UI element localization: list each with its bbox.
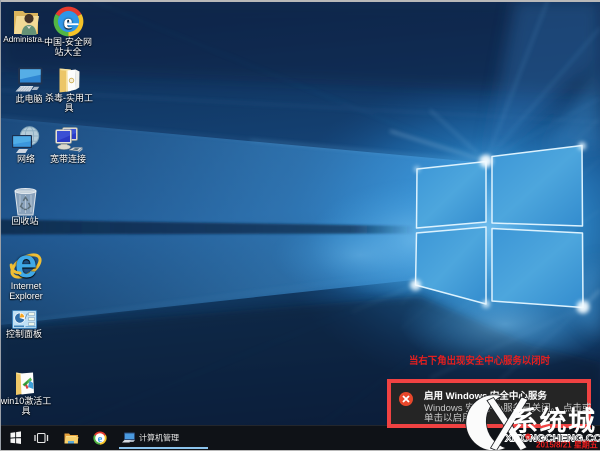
svg-text:计算机管理: 计算机管理 — [139, 433, 179, 443]
svg-text:e: e — [15, 245, 37, 281]
svg-text:2015/8/21 星期五: 2015/8/21 星期五 — [536, 440, 598, 450]
svg-text:e: e — [98, 434, 103, 445]
svg-text:e: e — [63, 12, 72, 34]
